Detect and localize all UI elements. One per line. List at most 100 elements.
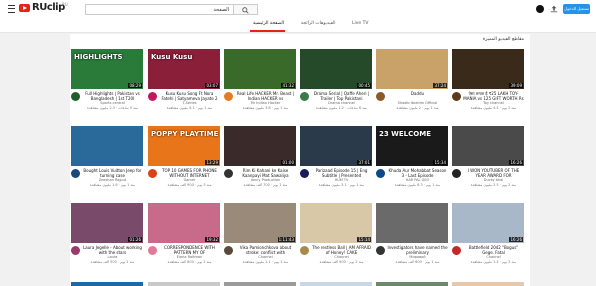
video-card[interactable]: 15:14 The restless Ball | AM AFRAID of Ho… xyxy=(300,203,372,269)
video-title[interactable]: Rim Ki Kahani ke Kaise Kaanpayi Mat Sawa… xyxy=(235,168,296,178)
channel-avatar[interactable] xyxy=(300,246,309,255)
video-thumbnail[interactable]: 19:32 xyxy=(148,203,220,243)
video-thumbnail[interactable]: 01:00 xyxy=(224,126,296,166)
video-card[interactable]: 1:11:43 Vika Pamionchkova about stroke: c… xyxy=(224,203,296,269)
channel-name[interactable]: T-Series xyxy=(159,101,220,105)
channel-name[interactable]: Ducky bhai xyxy=(463,178,524,182)
video-card[interactable]: 16:26 Battlefield 2042 "Bogus" Gege. Fata… xyxy=(452,203,524,269)
video-title[interactable]: CORRESPONDENCE WITH PATTERN MY OF xyxy=(159,245,220,255)
channel-avatar[interactable] xyxy=(376,246,385,255)
logo-play-icon[interactable] xyxy=(19,4,30,12)
video-thumbnail[interactable]: 41:32 xyxy=(224,49,296,89)
channel-name[interactable]: Sports central xyxy=(82,101,143,105)
video-card[interactable]: 16:26 I WON YOUTUBER OF THE YEAR AWARD FO… xyxy=(452,126,524,192)
video-thumbnail[interactable]: POPPY PLAYTIME 2 13:29 xyxy=(148,126,220,166)
channel-avatar[interactable] xyxy=(452,92,461,101)
logo-text[interactable]: RUclip xyxy=(32,2,65,13)
search-button[interactable] xyxy=(234,4,258,15)
channel-avatar[interactable] xyxy=(300,92,309,101)
video-card[interactable]: 23 WELCOME 15:34 Khuda Aur Mohabbat Season… xyxy=(376,126,448,192)
next-row-thumbnail[interactable] xyxy=(376,282,448,286)
video-title[interactable]: TOP 10 GAMES FOR PHONE WITHOUT INTERNET xyxy=(159,168,220,178)
video-title[interactable]: Parizaad Episode 15 | Eng Subtitle | Pre… xyxy=(311,168,372,178)
video-title[interactable]: The restless Ball | AM AFRAID of Honey! … xyxy=(311,245,372,255)
next-row-thumbnail[interactable] xyxy=(224,282,296,286)
video-thumbnail[interactable]: 01:26 xyxy=(71,203,143,243)
video-title[interactable]: Investigators have named the preliminary xyxy=(387,245,448,255)
upload-icon[interactable] xyxy=(550,5,558,13)
video-title[interactable]: Vika Pamionchkova about stroke: conflict… xyxy=(235,245,296,255)
video-card[interactable]: Bought Louis Vuitton Jeep for turning ca… xyxy=(71,126,143,192)
channel-avatar[interactable] xyxy=(148,92,157,101)
video-card[interactable]: 19:32 CORRESPONDENCE WITH PATTERN MY OF El… xyxy=(148,203,220,269)
video-card[interactable]: 39:09 ऐसा लगता है ₹25 LAKH TOY-MANIA vs 1… xyxy=(452,49,524,115)
next-row-thumbnail[interactable] xyxy=(452,282,524,286)
video-thumbnail[interactable]: 15:14 xyxy=(300,203,372,243)
video-card[interactable]: POPPY PLAYTIME 2 13:29 TOP 10 GAMES FOR PH… xyxy=(148,126,220,192)
channel-avatar[interactable] xyxy=(376,92,385,101)
next-row-thumbnail[interactable] xyxy=(300,282,372,286)
channel-avatar[interactable] xyxy=(148,169,157,178)
channel-name[interactable]: Laura xyxy=(82,255,143,259)
channel-name[interactable]: Drama channel xyxy=(311,101,372,105)
channel-avatar[interactable] xyxy=(224,92,233,101)
video-card[interactable]: 37:01 Parizaad Episode 15 | Eng Subtitle … xyxy=(300,126,372,192)
channel-avatar[interactable] xyxy=(224,246,233,255)
channel-avatar[interactable] xyxy=(452,169,461,178)
channel-avatar[interactable] xyxy=(71,246,80,255)
video-thumbnail[interactable]: 00:45 xyxy=(300,49,372,89)
channel-name[interactable]: Toy channel xyxy=(463,101,524,105)
channel-avatar[interactable] xyxy=(452,246,461,255)
video-card[interactable]: 37:24 Daddu Shoaib Ibrahim Official منذ 1 ي… xyxy=(376,49,448,115)
channel-avatar[interactable] xyxy=(224,169,233,178)
video-title[interactable]: I WON YOUTUBER OF THE YEAR AWARD FOR xyxy=(463,168,524,178)
channel-name[interactable]: Shoaib Ibrahim Official xyxy=(387,101,448,105)
video-thumbnail[interactable]: 1:11:43 xyxy=(224,203,296,243)
next-row-thumbnail[interactable] xyxy=(71,282,143,286)
channel-name[interactable]: Gamer xyxy=(159,178,220,182)
search-input[interactable]: الصفحة xyxy=(85,4,234,15)
video-title[interactable]: Khuda Aur Mohabbat Season 3 - Last Episo… xyxy=(387,168,448,178)
channel-name[interactable]: HUM TV xyxy=(311,178,372,182)
video-card[interactable]: HIGHLIGHTS 08:29 Full Highlights | Pakista… xyxy=(71,49,143,115)
video-title[interactable]: Kusu Kusu Song Ft Nora Fatehi | Satyamev… xyxy=(159,91,220,101)
video-title[interactable]: Bought Louis Vuitton Jeep for turning ca… xyxy=(82,168,143,178)
channel-name[interactable]: Elena Raitman xyxy=(159,255,220,259)
video-card[interactable]: Kusu Kusu 03:07 Kusu Kusu Song Ft Nora Fat… xyxy=(148,49,220,115)
channel-name[interactable]: Мировой xyxy=(387,255,448,259)
channel-name[interactable]: Mr Indian Hacker xyxy=(235,101,296,105)
video-thumbnail[interactable]: 23 WELCOME 15:34 xyxy=(376,126,448,166)
video-card[interactable]: 01:26 Laura Jegelle - About working with … xyxy=(71,203,143,269)
video-thumbnail[interactable]: HIGHLIGHTS 08:29 xyxy=(71,49,143,89)
video-title[interactable]: Real Life HACKER Mr. Beast | Indian HACK… xyxy=(235,91,296,101)
video-thumbnail[interactable]: 16:26 xyxy=(452,203,524,243)
video-card[interactable]: Investigators have named the preliminary… xyxy=(376,203,448,269)
tab-home[interactable]: الصفحة الرئيسية xyxy=(253,21,284,26)
channel-name[interactable]: HAR PAL GEO xyxy=(387,178,448,182)
video-card[interactable]: 00:45 Drama Serial | Qaffe Aheri | Traile… xyxy=(300,49,372,115)
video-thumbnail[interactable]: 39:09 xyxy=(452,49,524,89)
tab-trending[interactable]: الفيديوهات الرائجة xyxy=(301,21,336,26)
channel-avatar[interactable] xyxy=(300,169,309,178)
video-title[interactable]: Daddu xyxy=(387,91,448,101)
menu-icon[interactable] xyxy=(8,5,15,13)
channel-avatar[interactable] xyxy=(148,246,157,255)
video-thumbnail[interactable]: Kusu Kusu 03:07 xyxy=(148,49,220,89)
video-thumbnail[interactable]: 37:24 xyxy=(376,49,448,89)
login-button[interactable]: تسجيل الدخول xyxy=(563,4,590,14)
channel-name[interactable]: Channel xyxy=(235,255,296,259)
video-thumbnail[interactable]: 37:01 xyxy=(300,126,372,166)
video-title[interactable]: Battlefield 2042 "Bogus" Gege. Fatal xyxy=(463,245,524,255)
video-title[interactable]: ऐसा लगता है ₹25 LAKH TOY-MANIA vs 125 GI… xyxy=(463,91,524,101)
video-title[interactable]: Laura Jegelle - About working with the s… xyxy=(82,245,143,255)
video-title[interactable]: Full Highlights | Pakistan vs Bangladesh… xyxy=(82,91,143,101)
tab-live-tv[interactable]: Live TV xyxy=(352,21,368,26)
video-card[interactable]: 41:32 Real Life HACKER Mr. Beast | Indian… xyxy=(224,49,296,115)
channel-avatar[interactable] xyxy=(376,169,385,178)
video-thumbnail[interactable] xyxy=(71,126,143,166)
channel-avatar[interactable] xyxy=(71,169,80,178)
channel-avatar[interactable] xyxy=(71,92,80,101)
video-title[interactable]: Drama Serial | Qaffe Aheri | Trailer | T… xyxy=(311,91,372,101)
channel-name[interactable]: Jonny Production xyxy=(235,178,296,182)
account-avatar[interactable] xyxy=(536,5,544,13)
